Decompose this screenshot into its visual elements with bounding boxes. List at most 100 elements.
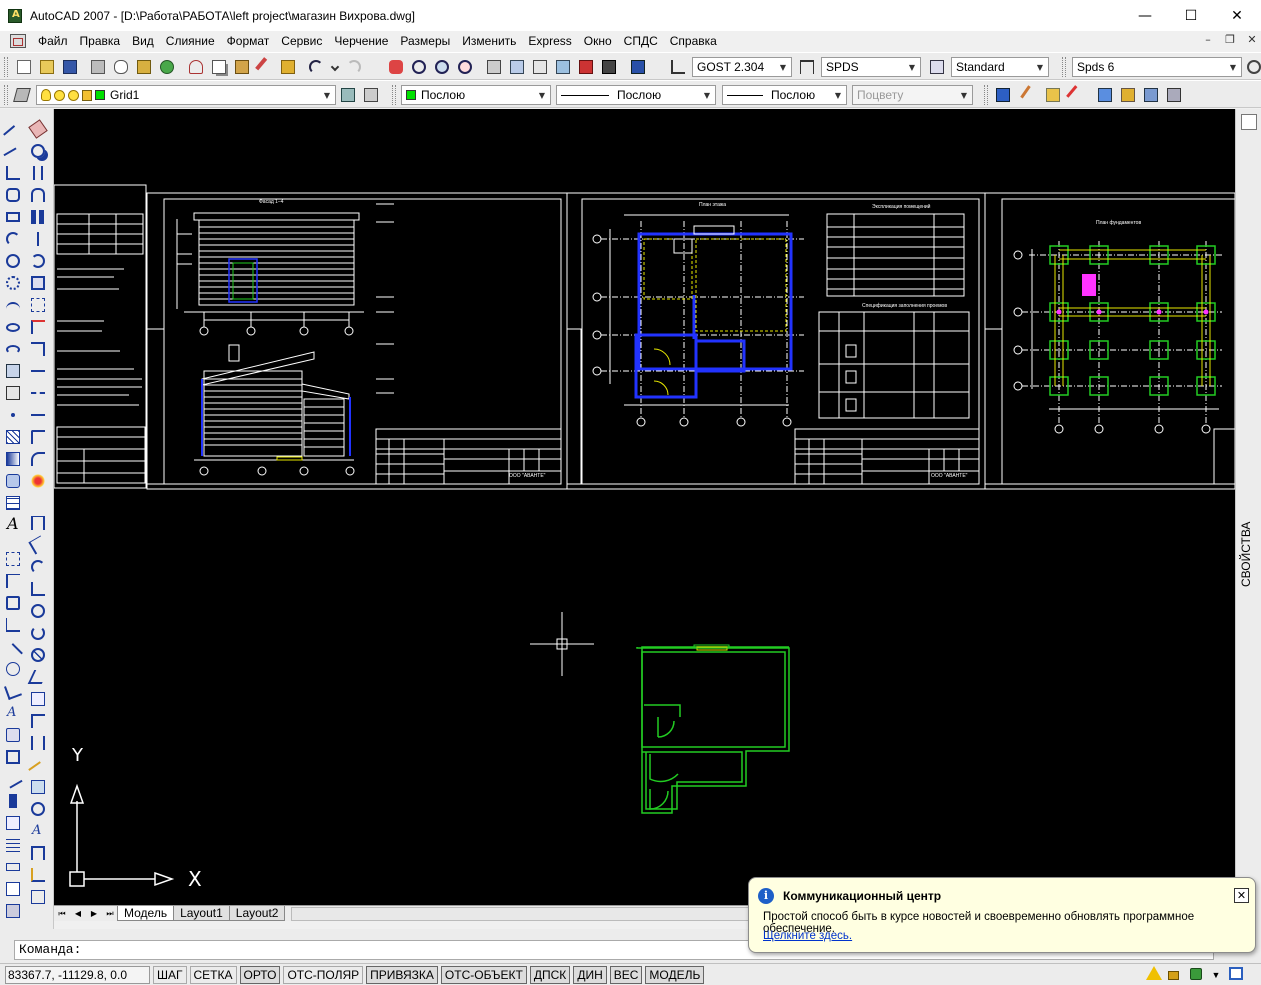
mtext-tool[interactable]: A — [3, 515, 23, 535]
region-tool[interactable] — [3, 471, 23, 491]
spds-tool-i[interactable] — [3, 725, 23, 745]
plot-preview-button[interactable] — [111, 57, 131, 77]
lightbulb-icon[interactable] — [41, 89, 51, 101]
line-tool[interactable] — [3, 119, 23, 145]
mirror-tool[interactable] — [28, 163, 48, 183]
table-tool[interactable] — [3, 493, 23, 513]
spds-tool-m[interactable] — [3, 813, 23, 833]
point-tool[interactable] — [3, 405, 23, 425]
explode-tool[interactable] — [28, 471, 48, 491]
undo-button[interactable] — [306, 57, 326, 77]
menu-draw[interactable]: Черчение — [328, 34, 394, 48]
dim-aligned-tool[interactable] — [28, 535, 48, 555]
table-style-button[interactable] — [927, 57, 947, 77]
document-restore-button[interactable]: ❐ — [1220, 33, 1240, 49]
text-style-button[interactable] — [668, 57, 688, 77]
polar-toggle[interactable]: ОТС-ПОЛЯР — [283, 965, 364, 984]
spds-tool-k[interactable] — [3, 769, 23, 789]
close-button[interactable]: ✕ — [1214, 0, 1260, 31]
tab-layout1[interactable]: Layout1 — [173, 906, 230, 921]
properties-button[interactable] — [484, 57, 504, 77]
model-toggle[interactable]: МОДЕЛЬ — [645, 965, 705, 984]
dim-style-tool[interactable] — [28, 865, 48, 885]
polyline-tool[interactable] — [3, 163, 23, 183]
layer-previous-button[interactable] — [361, 85, 381, 105]
first-tab-button[interactable]: ⏮ — [54, 907, 70, 921]
new-button[interactable] — [14, 57, 34, 77]
spds-tool-f[interactable] — [3, 659, 23, 679]
lwt-toggle[interactable]: ВЕС — [609, 965, 643, 984]
dim-jogged-tool[interactable] — [28, 623, 48, 643]
text-style-select[interactable]: GOST 2.304 ▼ — [692, 57, 792, 77]
text-style-palette-icon[interactable] — [1241, 114, 1257, 130]
construction-line-tool[interactable] — [3, 141, 23, 167]
spds-tool-e[interactable] — [3, 637, 23, 663]
save-button[interactable] — [60, 57, 80, 77]
dim-diameter-tool[interactable] — [28, 645, 48, 665]
dimedit-tool[interactable]: A — [28, 821, 48, 841]
spds-tool-1-button[interactable] — [1020, 85, 1040, 105]
dim-continue-tool[interactable] — [28, 733, 48, 753]
menu-modify[interactable]: Изменить — [456, 34, 522, 48]
move-tool[interactable] — [28, 229, 48, 249]
ortho-toggle[interactable]: ОРТО — [239, 965, 281, 984]
color-select[interactable]: Послою ▼ — [401, 85, 551, 105]
lineweight-select[interactable]: Послою ▼ — [722, 85, 847, 105]
menu-format[interactable]: Формат — [221, 34, 276, 48]
spds-tool-h[interactable]: A — [3, 703, 23, 723]
osnap-toggle[interactable]: ПРИВЯЗКА — [366, 965, 438, 984]
dim-style-button[interactable] — [797, 57, 817, 77]
ducs-toggle[interactable]: ДПСК — [529, 965, 571, 984]
block-editor-button[interactable] — [278, 57, 298, 77]
undo-dropdown[interactable] — [329, 57, 341, 77]
ellipse-arc-tool[interactable] — [3, 339, 23, 359]
qdim-tool[interactable] — [28, 689, 48, 709]
grid-toggle[interactable]: СЕТКА — [189, 965, 237, 984]
zoom-previous-button[interactable] — [455, 57, 475, 77]
dim-linear-tool[interactable] — [28, 513, 48, 533]
spds-tool-o[interactable] — [3, 857, 23, 877]
toolbar-grip[interactable] — [984, 85, 988, 105]
break-tool[interactable] — [28, 383, 48, 403]
zoom-realtime-button[interactable] — [409, 57, 429, 77]
arc-tool[interactable] — [3, 229, 23, 249]
menu-dimension[interactable]: Размеры — [394, 34, 456, 48]
spds-tool-n[interactable] — [3, 835, 23, 855]
help-button[interactable] — [628, 57, 648, 77]
toolbar-grip[interactable] — [4, 57, 8, 77]
spds-tool-p[interactable] — [3, 879, 23, 899]
menu-window[interactable]: Окно — [578, 34, 618, 48]
dim-ordinate-tool[interactable] — [28, 579, 48, 599]
tolerance-tool[interactable] — [28, 777, 48, 797]
redo-button[interactable] — [344, 57, 364, 77]
erase-tool[interactable] — [28, 119, 48, 139]
document-icon[interactable] — [10, 34, 26, 48]
sun-icon[interactable] — [54, 89, 65, 101]
autocad-app-icon[interactable] — [8, 8, 22, 23]
document-minimize-button[interactable]: – — [1198, 33, 1218, 49]
properties-panel-tab[interactable]: СВОЙСТВА — [1239, 519, 1259, 589]
document-close-button[interactable]: ✕ — [1242, 33, 1261, 49]
spds-tool-7-button[interactable] — [1164, 85, 1184, 105]
balloon-link[interactable]: Щелкните здесь. — [763, 930, 852, 942]
menu-help[interactable]: Справка — [664, 34, 723, 48]
spds-settings-button[interactable] — [1244, 57, 1261, 77]
match-properties-button[interactable] — [255, 57, 275, 77]
publish-button[interactable] — [134, 57, 154, 77]
design-center-button[interactable] — [507, 57, 527, 77]
status-menu-arrow[interactable]: ▼ — [1208, 966, 1224, 982]
qleader-tool[interactable] — [28, 755, 48, 781]
tab-model[interactable]: Модель — [117, 906, 175, 921]
join-tool[interactable] — [28, 405, 48, 425]
offset-tool[interactable] — [28, 185, 48, 205]
quickcalc-button[interactable] — [599, 57, 619, 77]
spline-tool[interactable] — [3, 295, 23, 315]
spds-tool-5-button[interactable] — [1118, 85, 1138, 105]
spds-tool-q[interactable] — [3, 901, 23, 921]
next-tab-button[interactable]: ▶ — [86, 907, 102, 921]
circle-tool[interactable] — [3, 251, 23, 271]
extend-tool[interactable] — [28, 339, 48, 359]
spds-tool-a[interactable] — [3, 549, 23, 569]
insert-block-tool[interactable] — [3, 361, 23, 381]
drawing-canvas[interactable]: Y X Фасад 1–4 План этажа План фундаменто… — [54, 109, 1235, 905]
